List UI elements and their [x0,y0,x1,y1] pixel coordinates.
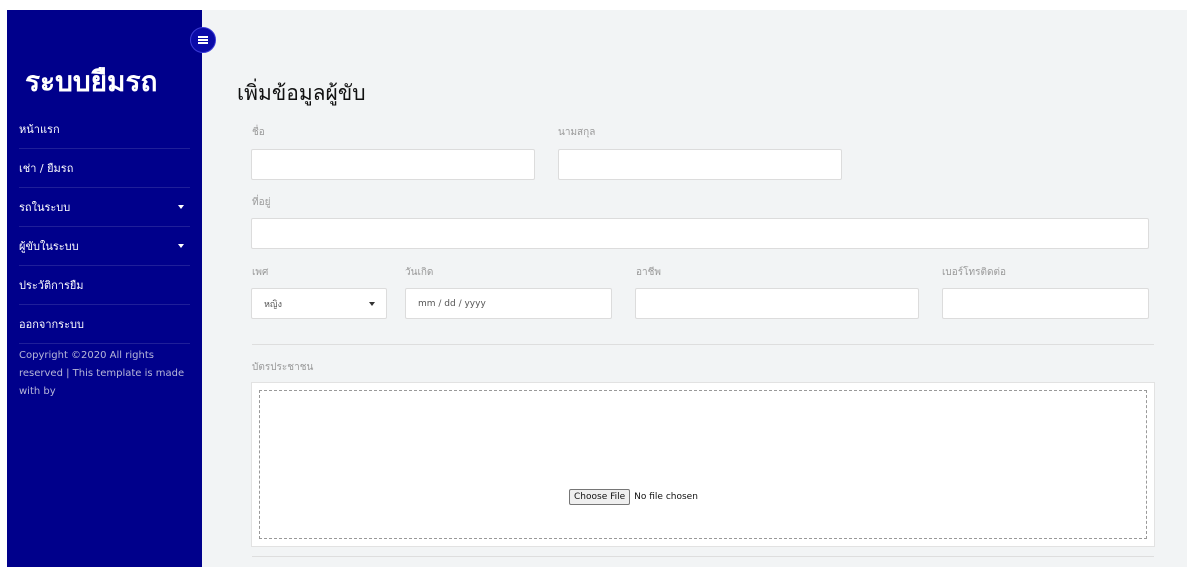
gender-select-value: หญิง [264,299,282,310]
birthdate-input[interactable]: mm / dd / yyyy [405,288,612,319]
menu-icon [198,36,208,44]
sidebar-item-drivers[interactable]: ผู้ขับในระบบ [19,227,190,266]
sidebar: ระบบยืมรถ หน้าแรก เช่า / ยืมรถ รถในระบบ … [7,10,202,567]
chevron-down-icon [178,244,184,248]
section-divider [252,344,1154,345]
sidebar-menu: หน้าแรก เช่า / ยืมรถ รถในระบบ ผู้ขับในระ… [7,110,202,344]
file-input[interactable]: Choose File No file chosen [569,489,698,505]
sidebar-item-label: ประวัติการยืม [19,279,84,292]
sidebar-item-label: ออกจากระบบ [19,318,84,331]
copyright-text: Copyright ©2020 All rights reserved | Th… [19,350,185,397]
dropdown-arrow-icon [369,302,375,306]
id-card-label: บัตรประชาชน [252,362,314,373]
file-status-text: No file chosen [634,492,698,502]
page-title: เพิ่มข้อมูลผู้ขับ [237,81,366,105]
sidebar-item-cars[interactable]: รถในระบบ [19,188,190,227]
address-input[interactable] [251,218,1149,249]
birthdate-label: วันเกิด [405,267,434,278]
first-name-label: ชื่อ [252,127,265,138]
app-frame: ระบบยืมรถ หน้าแรก เช่า / ยืมรถ รถในระบบ … [7,10,1187,567]
brand-title: ระบบยืมรถ [25,65,158,98]
sidebar-item-logout[interactable]: ออกจากระบบ [19,305,190,344]
sidebar-toggle-button[interactable] [190,27,216,53]
chevron-down-icon [178,205,184,209]
sidebar-item-label: ผู้ขับในระบบ [19,240,79,253]
sidebar-item-label: รถในระบบ [19,201,71,214]
last-name-input[interactable] [558,149,842,180]
gender-select[interactable]: หญิง [251,288,387,319]
occupation-input[interactable] [635,288,919,319]
sidebar-item-rent[interactable]: เช่า / ยืมรถ [19,149,190,188]
choose-file-button[interactable]: Choose File [569,489,631,505]
main-content: เพิ่มข้อมูลผู้ขับ ชื่อ นามสกุล ที่อยู่ เ… [202,10,1187,567]
gender-label: เพศ [252,267,269,278]
bottom-divider [252,556,1154,557]
sidebar-item-home[interactable]: หน้าแรก [19,110,190,149]
occupation-label: อาชีพ [636,267,661,278]
sidebar-item-label: หน้าแรก [19,123,60,136]
phone-input[interactable] [942,288,1149,319]
address-label: ที่อยู่ [252,197,271,208]
first-name-input[interactable] [251,149,535,180]
id-card-upload-box: Choose File No file chosen [251,382,1155,547]
sidebar-item-history[interactable]: ประวัติการยืม [19,266,190,305]
last-name-label: นามสกุล [558,127,596,138]
dropzone[interactable]: Choose File No file chosen [259,390,1147,539]
phone-label: เบอร์โทรติดต่อ [942,267,1006,278]
sidebar-item-label: เช่า / ยืมรถ [19,162,74,175]
